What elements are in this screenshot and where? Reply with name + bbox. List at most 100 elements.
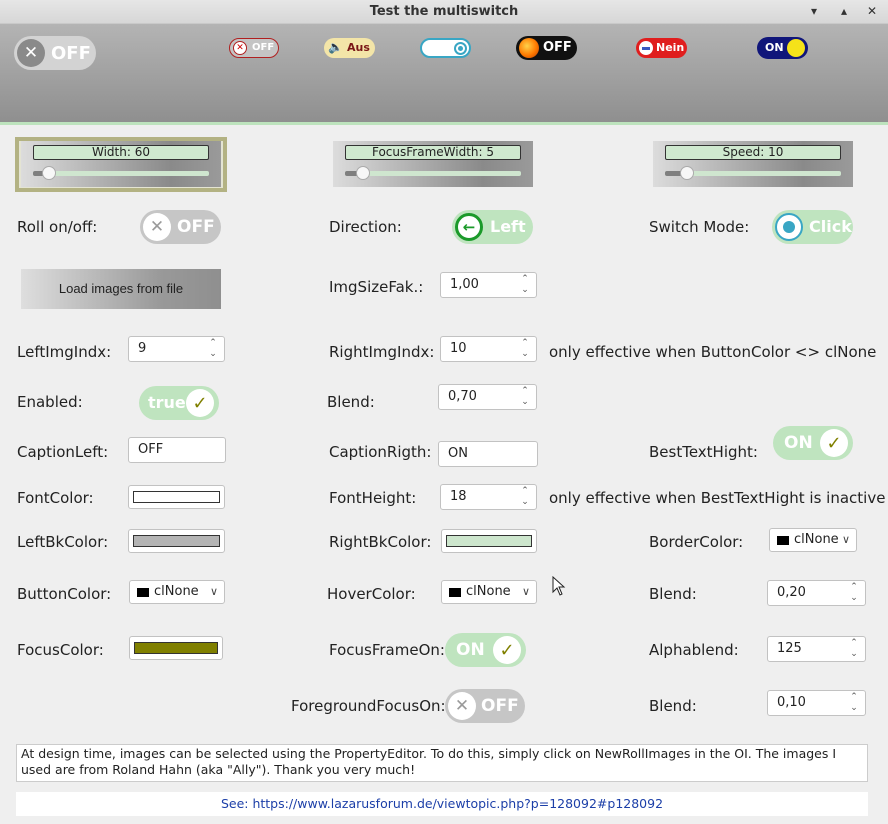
chevron-down-icon: ∨ <box>209 585 218 598</box>
switch-caption: Nein <box>656 41 685 54</box>
color-swatch <box>133 535 220 547</box>
roll-label: Roll on/off: <box>17 218 98 236</box>
fontcolor-picker[interactable] <box>128 485 225 509</box>
spin-arrows-icon[interactable]: ⌃ ⌄ <box>520 274 530 296</box>
header-switch-aus[interactable]: 🔈 Aus <box>324 38 375 58</box>
rightimg-note: only effective when ButtonColor <> clNon… <box>549 343 877 361</box>
focuscolor-picker[interactable] <box>129 636 223 660</box>
combo-value: clNone <box>466 584 511 599</box>
spinedit-value: 125 <box>777 641 802 656</box>
forum-link[interactable]: See: https://www.lazarusforum.de/viewtop… <box>16 792 868 816</box>
switch-caption: true <box>148 393 186 412</box>
combo-value: clNone <box>794 532 839 547</box>
alphablend-spinedit[interactable]: 125 ⌃ ⌄ <box>767 636 866 662</box>
slider-track[interactable] <box>33 166 209 180</box>
slider-track[interactable] <box>345 166 521 180</box>
spinedit-value: 0,10 <box>777 695 806 710</box>
focusframewidth-slider[interactable]: FocusFrameWidth: 5 <box>333 141 533 187</box>
header-panel: ✕ OFF ✕ OFF 🔈 Aus OFF Nein ON <box>0 24 888 122</box>
spin-arrows-icon[interactable]: ⌃ ⌄ <box>208 338 218 360</box>
leftbk-color-picker[interactable] <box>128 529 225 553</box>
fontheight-note: only effective when BestTextHight is ina… <box>549 489 886 507</box>
header-switch-on[interactable]: ON <box>757 37 808 59</box>
roll-switch[interactable]: ✕ OFF <box>140 210 221 244</box>
header-switch-dark-off[interactable]: OFF <box>516 36 577 60</box>
spinedit-value: 0,70 <box>448 389 477 404</box>
blend1-spinedit[interactable]: 0,70 ⌃ ⌄ <box>438 384 537 410</box>
slider-thumb[interactable] <box>355 166 370 180</box>
rightbk-label: RightBkColor: <box>329 533 432 551</box>
spin-arrows-icon[interactable]: ⌃ ⌄ <box>520 386 530 408</box>
window-title: Test the multiswitch <box>369 4 519 19</box>
header-switch-red-off[interactable]: ✕ OFF <box>229 38 279 58</box>
radio-dot-icon <box>775 213 803 241</box>
direction-switch[interactable]: ← Left <box>452 210 533 244</box>
buttoncolor-combo[interactable]: clNone ∨ <box>129 580 225 604</box>
radio-dot-icon <box>454 42 467 55</box>
captionleft-input[interactable]: OFF <box>128 437 226 463</box>
fontcolor-label: FontColor: <box>17 489 94 507</box>
color-swatch <box>133 491 220 503</box>
switch-mode-switch[interactable]: Click <box>772 210 853 244</box>
spinedit-value: 1,00 <box>450 277 479 292</box>
besttext-label: BestTextHight: <box>649 443 758 461</box>
checkmark-icon: ✓ <box>820 429 848 457</box>
load-images-button[interactable]: Load images from file <box>21 269 221 309</box>
close-icon[interactable]: ✕ <box>864 3 880 19</box>
switch-caption: Left <box>490 217 526 236</box>
close-icon: ✕ <box>17 39 45 67</box>
spinedit-value: 9 <box>138 341 147 356</box>
header-divider <box>0 122 888 125</box>
hovercolor-label: HoverColor: <box>327 585 416 603</box>
spin-arrows-icon[interactable]: ⌃ ⌄ <box>849 692 859 714</box>
color-square-icon <box>449 588 461 597</box>
hovercolor-combo[interactable]: clNone ∨ <box>441 580 537 604</box>
width-slider[interactable]: Width: 60 <box>21 141 221 187</box>
rightbk-color-picker[interactable] <box>441 529 537 553</box>
foreground-switch[interactable]: ✕ OFF <box>445 689 525 723</box>
spin-arrows-icon[interactable]: ⌃ ⌄ <box>520 338 530 360</box>
color-swatch <box>134 642 218 654</box>
focusframe-switch[interactable]: ON ✓ <box>445 633 526 667</box>
slider-caption: FocusFrameWidth: 5 <box>345 145 521 160</box>
spinedit-value: 0,20 <box>777 585 806 600</box>
switch-caption: ON <box>765 41 784 54</box>
header-switch-nein[interactable]: Nein <box>636 38 687 58</box>
minus-icon <box>639 41 653 55</box>
chevron-down-icon: ∨ <box>521 585 530 598</box>
slider-track[interactable] <box>665 166 841 180</box>
foreground-label: ForegroundFocusOn: <box>291 697 446 715</box>
imgsize-spinedit[interactable]: 1,00 ⌃ ⌄ <box>440 272 537 298</box>
mouse-cursor-icon <box>552 575 566 596</box>
yellow-knob-icon <box>787 39 805 57</box>
spin-arrows-icon[interactable]: ⌃ ⌄ <box>849 582 859 604</box>
minimize-icon[interactable]: ▾ <box>806 3 822 19</box>
blend3-spinedit[interactable]: 0,10 ⌃ ⌄ <box>767 690 866 716</box>
title-bar: Test the multiswitch ▾ ▴ ✕ <box>0 0 888 24</box>
fontheight-spinedit[interactable]: 18 ⌃ ⌄ <box>440 484 537 510</box>
switch-caption: Click <box>809 217 852 236</box>
captionright-input[interactable]: ON <box>438 441 538 467</box>
imgsize-label: ImgSizeFak.: <box>329 278 424 296</box>
header-switch-radio[interactable] <box>420 38 471 58</box>
close-icon: ✕ <box>448 692 476 720</box>
enabled-switch[interactable]: true ✓ <box>139 386 219 420</box>
slider-thumb[interactable] <box>42 166 56 180</box>
switch-caption: OFF <box>481 696 519 716</box>
blend2-label: Blend: <box>649 585 697 603</box>
rightimg-spinedit[interactable]: 10 ⌃ ⌄ <box>440 336 537 362</box>
blend2-spinedit[interactable]: 0,20 ⌃ ⌄ <box>767 580 866 606</box>
leftimg-spinedit[interactable]: 9 ⌃ ⌄ <box>128 336 225 362</box>
border-color-combo[interactable]: clNone ∨ <box>769 528 857 552</box>
info-memo[interactable]: At design time, images can be selected u… <box>16 744 868 782</box>
slider-thumb[interactable] <box>679 166 694 180</box>
spin-arrows-icon[interactable]: ⌃ ⌄ <box>849 638 859 660</box>
restore-icon[interactable]: ▴ <box>836 3 852 19</box>
speaker-mute-icon: 🔈 <box>328 40 343 54</box>
besttext-switch[interactable]: ON ✓ <box>773 426 853 460</box>
spin-arrows-icon[interactable]: ⌃ ⌄ <box>520 486 530 508</box>
header-switch-big-off[interactable]: ✕ OFF <box>14 36 96 70</box>
speed-slider[interactable]: Speed: 10 <box>653 141 853 187</box>
blend1-label: Blend: <box>327 393 375 411</box>
checkmark-icon: ✓ <box>493 636 521 664</box>
